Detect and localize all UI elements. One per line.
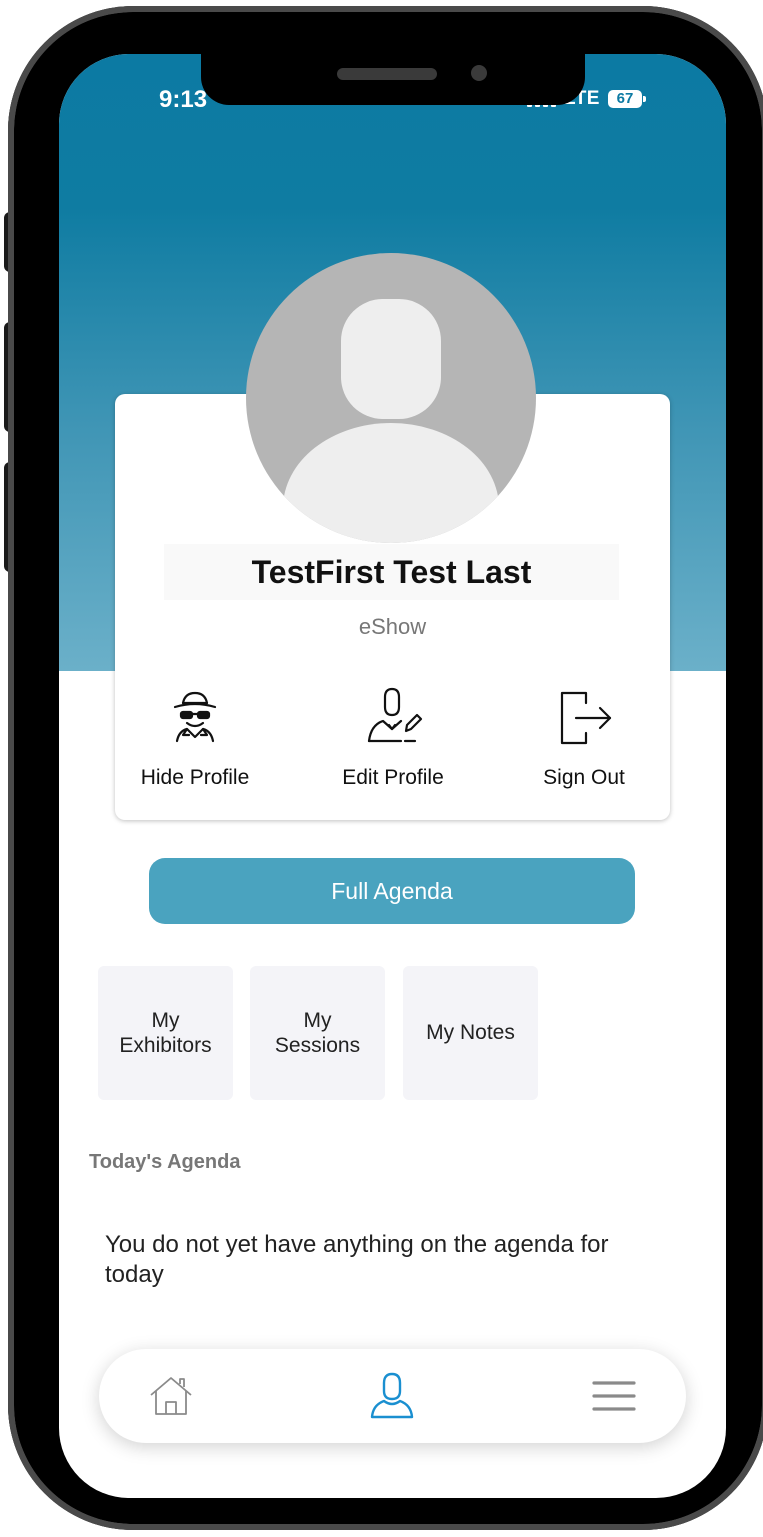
tab-home[interactable]: [121, 1349, 221, 1443]
sign-out-icon: [504, 684, 664, 750]
screen: 9:13 LTE 67 TestFirst Test Last eShow Hi…: [59, 54, 726, 1498]
spy-icon: [115, 684, 275, 750]
battery-icon: 67: [607, 90, 646, 108]
my-exhibitors-label: My Exhibitors: [119, 1008, 212, 1057]
my-sessions-tile[interactable]: My Sessions: [250, 966, 385, 1100]
avatar-head-shape: [341, 299, 441, 419]
full-agenda-button[interactable]: Full Agenda: [149, 858, 635, 924]
status-time: 9:13: [159, 86, 208, 113]
user-edit-icon: [313, 684, 473, 750]
hide-profile-label: Hide Profile: [140, 766, 250, 789]
my-exhibitors-tile[interactable]: My Exhibitors: [98, 966, 233, 1100]
hide-profile-button[interactable]: Hide Profile: [115, 684, 275, 790]
home-icon: [150, 1377, 192, 1415]
sign-out-button[interactable]: Sign Out: [504, 684, 664, 790]
user-icon: [370, 1372, 414, 1419]
speaker-grille: [337, 68, 437, 80]
edit-profile-button[interactable]: Edit Profile: [313, 684, 473, 790]
bottom-tab-bar: [99, 1349, 686, 1443]
front-camera: [471, 65, 487, 81]
avatar-body-shape: [283, 423, 499, 543]
notch: [201, 54, 585, 105]
todays-agenda-heading: Today's Agenda: [89, 1151, 241, 1173]
profile-organization: eShow: [358, 614, 427, 639]
avatar[interactable]: [246, 253, 536, 543]
hamburger-menu-icon: [592, 1381, 636, 1411]
profile-actions: Hide Profile Edit Profile Sign Out: [115, 684, 670, 804]
tab-menu[interactable]: [564, 1349, 664, 1443]
agenda-empty-message: You do not yet have anything on the agen…: [105, 1231, 609, 1288]
profile-name: TestFirst Test Last: [164, 544, 619, 600]
my-notes-tile[interactable]: My Notes: [403, 966, 538, 1100]
tab-profile[interactable]: [342, 1349, 442, 1443]
my-sessions-label: My Sessions: [274, 1008, 361, 1057]
sign-out-label: Sign Out: [543, 766, 625, 789]
my-notes-label: My Notes: [426, 1021, 515, 1045]
edit-profile-label: Edit Profile: [342, 766, 444, 789]
